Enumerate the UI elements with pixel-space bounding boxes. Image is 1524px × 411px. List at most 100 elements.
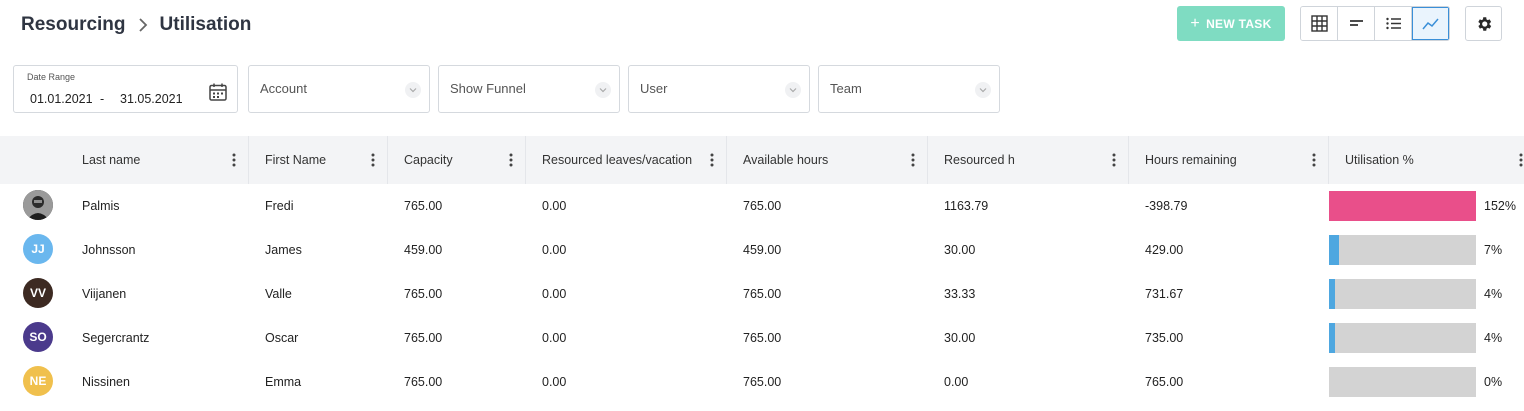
column-header-hours-remaining[interactable]: Hours remaining bbox=[1129, 136, 1329, 184]
date-from[interactable]: 01.01.2021 bbox=[30, 92, 93, 106]
kebab-menu-icon[interactable] bbox=[710, 153, 714, 167]
table-header: Last name First Name Capacity Resourced … bbox=[0, 136, 1524, 184]
column-header-label: Available hours bbox=[743, 153, 829, 167]
column-header-available-hours[interactable]: Available hours bbox=[727, 136, 928, 184]
chevron-right-icon bbox=[132, 15, 154, 35]
grid-view-button[interactable] bbox=[1301, 7, 1338, 40]
user-placeholder: User bbox=[640, 81, 668, 96]
cell-remaining: 731.67 bbox=[1145, 287, 1184, 301]
user-select[interactable]: User bbox=[628, 65, 810, 113]
chevron-down-icon bbox=[785, 82, 801, 98]
utilisation-bar-fill bbox=[1329, 191, 1476, 221]
avatar: SO bbox=[23, 322, 53, 352]
column-header-label: Hours remaining bbox=[1145, 153, 1237, 167]
cell-available: 765.00 bbox=[743, 199, 782, 213]
cell-first: Emma bbox=[265, 375, 302, 389]
column-header-utilisation[interactable]: Utilisation % bbox=[1329, 136, 1524, 184]
cell-available: 765.00 bbox=[743, 287, 782, 301]
utilisation-bar bbox=[1329, 279, 1476, 309]
settings-button[interactable] bbox=[1465, 6, 1502, 41]
cell-last: Palmis bbox=[82, 199, 120, 213]
table-row[interactable]: NE Nissinen Emma 765.00 0.00 765.00 0.00 765.00… bbox=[0, 360, 1524, 404]
team-select[interactable]: Team bbox=[818, 65, 1000, 113]
kebab-menu-icon[interactable] bbox=[1112, 153, 1116, 167]
account-placeholder: Account bbox=[260, 81, 307, 96]
column-header-first-name[interactable]: First Name bbox=[249, 136, 388, 184]
gear-icon bbox=[1477, 16, 1491, 31]
date-to[interactable]: 31.05.2021 bbox=[120, 92, 183, 106]
list-view-button[interactable] bbox=[1375, 7, 1412, 40]
cell-first: Fredi bbox=[265, 199, 294, 213]
timeline-view-icon bbox=[1349, 20, 1363, 26]
column-header-label: Capacity bbox=[404, 153, 453, 167]
column-header-resourced-h[interactable]: Resourced h bbox=[928, 136, 1129, 184]
cell-utilisation-pct: 0% bbox=[1484, 375, 1503, 389]
cell-remaining: -398.79 bbox=[1145, 199, 1188, 213]
cell-resourced: 1163.79 bbox=[944, 199, 989, 213]
cell-last: Nissinen bbox=[82, 375, 130, 389]
kebab-menu-icon[interactable] bbox=[1312, 153, 1316, 167]
cell-utilisation-pct: 152% bbox=[1484, 199, 1516, 213]
kebab-menu-icon[interactable] bbox=[911, 153, 915, 167]
avatar bbox=[23, 190, 53, 220]
cell-available: 765.00 bbox=[743, 375, 782, 389]
plus-icon: + bbox=[1190, 14, 1201, 32]
cell-utilisation-pct: 4% bbox=[1484, 287, 1503, 301]
cell-available: 459.00 bbox=[743, 243, 782, 257]
cell-remaining: 735.00 bbox=[1145, 331, 1184, 345]
cell-resourced: 30.00 bbox=[944, 331, 976, 345]
column-header-capacity[interactable]: Capacity bbox=[388, 136, 526, 184]
funnel-select[interactable]: Show Funnel bbox=[438, 65, 620, 113]
kebab-menu-icon[interactable] bbox=[232, 153, 236, 167]
timeline-view-button[interactable] bbox=[1338, 7, 1375, 40]
cell-capacity: 765.00 bbox=[404, 375, 443, 389]
chevron-down-icon bbox=[405, 82, 421, 98]
chevron-down-icon bbox=[975, 82, 991, 98]
cell-last: Johnsson bbox=[82, 243, 136, 257]
team-placeholder: Team bbox=[830, 81, 862, 96]
kebab-menu-icon[interactable] bbox=[371, 153, 375, 167]
cell-last: Segercrantz bbox=[82, 331, 150, 345]
date-range-label: Date Range bbox=[27, 72, 76, 82]
cell-leaves: 0.00 bbox=[542, 199, 567, 213]
chart-view-button[interactable] bbox=[1412, 7, 1449, 40]
cell-remaining: 765.00 bbox=[1145, 375, 1184, 389]
cell-utilisation-pct: 4% bbox=[1484, 331, 1503, 345]
table-row[interactable]: SO Segercrantz Oscar 765.00 0.00 765.00 30.00 7… bbox=[0, 316, 1524, 360]
utilisation-bar bbox=[1329, 323, 1476, 353]
cell-capacity: 765.00 bbox=[404, 199, 443, 213]
avatar: NE bbox=[23, 366, 53, 396]
cell-leaves: 0.00 bbox=[542, 375, 567, 389]
utilisation-bar bbox=[1329, 367, 1476, 397]
cell-resourced: 0.00 bbox=[944, 375, 969, 389]
new-task-button[interactable]: + NEW TASK bbox=[1177, 6, 1285, 41]
chevron-down-icon bbox=[595, 82, 611, 98]
cell-capacity: 765.00 bbox=[404, 287, 443, 301]
avatar-column-header bbox=[0, 136, 69, 184]
account-select[interactable]: Account bbox=[248, 65, 430, 113]
calendar-icon[interactable] bbox=[208, 82, 228, 107]
breadcrumb: Resourcing Utilisation bbox=[21, 13, 251, 37]
utilisation-bar-fill bbox=[1329, 279, 1335, 309]
cell-capacity: 765.00 bbox=[404, 331, 443, 345]
avatar: JJ bbox=[23, 234, 53, 264]
cell-first: James bbox=[265, 243, 302, 257]
table-row[interactable]: Palmis Fredi 765.00 0.00 765.00 1163.79 -398.7… bbox=[0, 184, 1524, 228]
column-header-leaves[interactable]: Resourced leaves/vacation bbox=[526, 136, 727, 184]
column-header-label: First Name bbox=[265, 153, 327, 167]
column-header-last-name[interactable]: Last name bbox=[69, 136, 249, 184]
cell-first: Valle bbox=[265, 287, 292, 301]
breadcrumb-section[interactable]: Resourcing bbox=[21, 14, 126, 36]
table-row[interactable]: VV Viijanen Valle 765.00 0.00 765.00 33.33 731.… bbox=[0, 272, 1524, 316]
column-header-label: Resourced leaves/vacation bbox=[542, 153, 693, 167]
table-row[interactable]: JJ Johnsson James 459.00 0.00 459.00 30.00 429.… bbox=[0, 228, 1524, 272]
kebab-menu-icon[interactable] bbox=[509, 153, 513, 167]
cell-leaves: 0.00 bbox=[542, 243, 567, 257]
kebab-menu-icon[interactable] bbox=[1519, 153, 1523, 167]
cell-first: Oscar bbox=[265, 331, 299, 345]
date-range-picker[interactable]: Date Range 01.01.2021 - 31.05.2021 bbox=[13, 65, 238, 113]
view-switcher bbox=[1300, 6, 1450, 41]
cell-capacity: 459.00 bbox=[404, 243, 443, 257]
cell-available: 765.00 bbox=[743, 331, 782, 345]
cell-last: Viijanen bbox=[82, 287, 127, 301]
